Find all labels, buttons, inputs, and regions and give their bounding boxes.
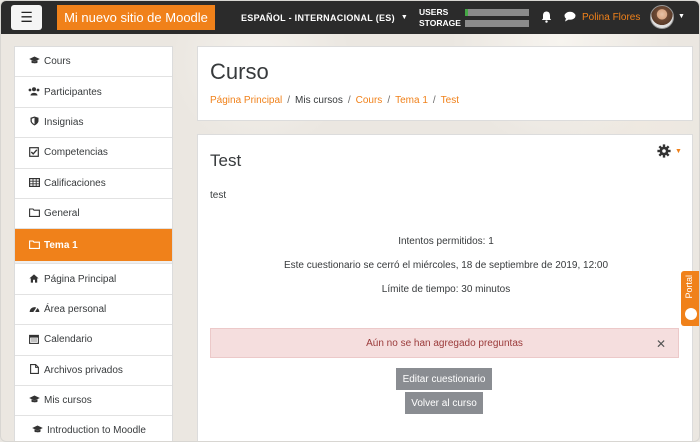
menu-toggle-button[interactable]: ☰ xyxy=(11,5,42,30)
sidebar-item-label: Calendario xyxy=(44,334,93,346)
sidebar-item-area-personal[interactable]: Área personal xyxy=(15,295,172,326)
page-header: Curso Página Principal / Mis cursos / Co… xyxy=(197,46,693,121)
sidebar-item-competencias[interactable]: Competencias xyxy=(15,138,172,169)
notifications-bell-icon[interactable] xyxy=(541,11,553,23)
shield-icon xyxy=(28,116,40,128)
sidebar-item-general[interactable]: General xyxy=(15,199,172,230)
folder-icon xyxy=(28,208,40,219)
gear-icon[interactable] xyxy=(657,144,671,161)
quiz-closed-date: Este cuestionario se cerró el miércoles,… xyxy=(283,260,609,271)
breadcrumb-link[interactable]: Página Principal xyxy=(210,95,282,106)
breadcrumb-separator: / xyxy=(432,95,436,106)
users-usage-fill xyxy=(465,9,469,16)
sidebar-item-label: Insignias xyxy=(44,116,84,128)
breadcrumb: Página Principal / Mis cursos / Cours / … xyxy=(210,95,459,106)
sidebar-item-label: Competencias xyxy=(44,147,108,159)
sidebar-item-tema-1[interactable]: Tema 1 xyxy=(15,229,172,262)
graduation-cap-icon xyxy=(31,425,43,436)
caret-down-icon[interactable]: ▼ xyxy=(678,13,685,20)
usage-indicator: USERS STORAGE xyxy=(419,7,534,29)
file-icon xyxy=(28,364,40,376)
sidebar-item-calendario[interactable]: Calendario xyxy=(15,325,172,356)
sidebar-item-archivos-privados[interactable]: Archivos privados xyxy=(15,356,172,386)
breadcrumb-link[interactable]: Tema 1 xyxy=(395,95,428,106)
calendar-icon xyxy=(28,334,40,346)
top-navbar: ☰ Mi nuevo sitio de Moodle ESPAÑOL - INT… xyxy=(1,1,699,34)
sidebar-item-label: General xyxy=(44,208,80,220)
storage-usage-bar xyxy=(465,20,529,27)
sidebar-item-cours[interactable]: Cours xyxy=(15,47,172,78)
attempts-allowed: Intentos permitidos: 1 xyxy=(398,236,494,247)
quiz-title: Test xyxy=(210,151,242,170)
sidebar-item-label: Participantes xyxy=(44,86,102,98)
sidebar-item-label: Mis cursos xyxy=(44,395,92,407)
sidebar-item-participantes[interactable]: Participantes xyxy=(15,77,172,108)
sidebar-item-label: Archivos privados xyxy=(44,364,123,376)
user-avatar[interactable] xyxy=(650,5,674,29)
sidebar-item-label: Introduction to Moodle xyxy=(47,425,146,437)
hamburger-icon: ☰ xyxy=(20,9,33,25)
users-usage-bar xyxy=(465,9,529,16)
sidebar-item-label: Calificaciones xyxy=(44,177,106,189)
home-icon xyxy=(28,273,40,285)
sidebar-item-introduction-to-moodle[interactable]: Introduction to Moodle xyxy=(15,416,172,441)
portal-side-tab[interactable]: Portal xyxy=(681,271,699,326)
sidebar-item-insignias[interactable]: Insignias xyxy=(15,108,172,139)
sidebar-item-label: Tema 1 xyxy=(44,239,78,251)
folder-icon xyxy=(28,240,40,251)
alert-text: Aún no se han agregado preguntas xyxy=(366,337,523,349)
browser-frame: ☰ Mi nuevo sitio de Moodle ESPAÑOL - INT… xyxy=(0,0,700,442)
caret-down-icon: ▼ xyxy=(400,14,409,21)
graduation-cap-icon xyxy=(28,56,40,67)
table-icon xyxy=(28,177,40,189)
back-to-course-button[interactable]: Volver al curso xyxy=(405,392,483,414)
sidebar-item-label: Página Principal xyxy=(44,273,117,285)
language-menu[interactable]: ESPAÑOL - INTERNACIONAL (ES) ▼ xyxy=(241,1,408,34)
language-label: ESPAÑOL - INTERNACIONAL (ES) xyxy=(241,12,395,23)
dashboard-icon xyxy=(28,304,40,315)
site-name-link[interactable]: Mi nuevo sitio de Moodle xyxy=(57,5,215,30)
left-drawer-nav: Cours Participantes Insignias Competenci… xyxy=(14,46,173,441)
breadcrumb-separator: / xyxy=(387,95,391,106)
portal-avatar-icon xyxy=(685,308,697,320)
no-questions-alert: Aún no se han agregado preguntas ✕ xyxy=(210,328,679,358)
messages-chat-icon[interactable] xyxy=(564,11,577,23)
breadcrumb-link[interactable]: Cours xyxy=(356,95,383,106)
breadcrumb-separator: / xyxy=(347,95,351,106)
page-title: Curso xyxy=(210,59,269,84)
breadcrumb-link[interactable]: Test xyxy=(441,95,459,106)
sidebar-item-label: Cours xyxy=(44,56,71,68)
caret-down-icon[interactable]: ▼ xyxy=(675,148,682,155)
edit-quiz-button[interactable]: Editar cuestionario xyxy=(396,368,492,390)
sidebar-item-mis-cursos[interactable]: Mis cursos xyxy=(15,386,172,417)
sidebar-item-calificaciones[interactable]: Calificaciones xyxy=(15,169,172,199)
close-icon[interactable]: ✕ xyxy=(656,337,666,351)
quiz-main-region: Test ▼ test Intentos permitidos: 1 Este … xyxy=(197,134,693,441)
sidebar-item-label: Área personal xyxy=(44,303,107,315)
user-name-menu[interactable]: Polina Flores xyxy=(582,1,640,34)
check-square-icon xyxy=(28,146,40,159)
users-icon xyxy=(28,86,40,98)
sidebar-item-pagina-principal[interactable]: Página Principal xyxy=(15,264,172,295)
graduation-cap-icon xyxy=(28,395,40,406)
quiz-intro: test xyxy=(210,190,227,201)
breadcrumb-separator: / xyxy=(287,95,291,106)
breadcrumb-text: Mis cursos xyxy=(295,95,343,106)
portal-tab-label: Portal xyxy=(684,275,694,299)
time-limit: Límite de tiempo: 30 minutos xyxy=(381,284,511,295)
